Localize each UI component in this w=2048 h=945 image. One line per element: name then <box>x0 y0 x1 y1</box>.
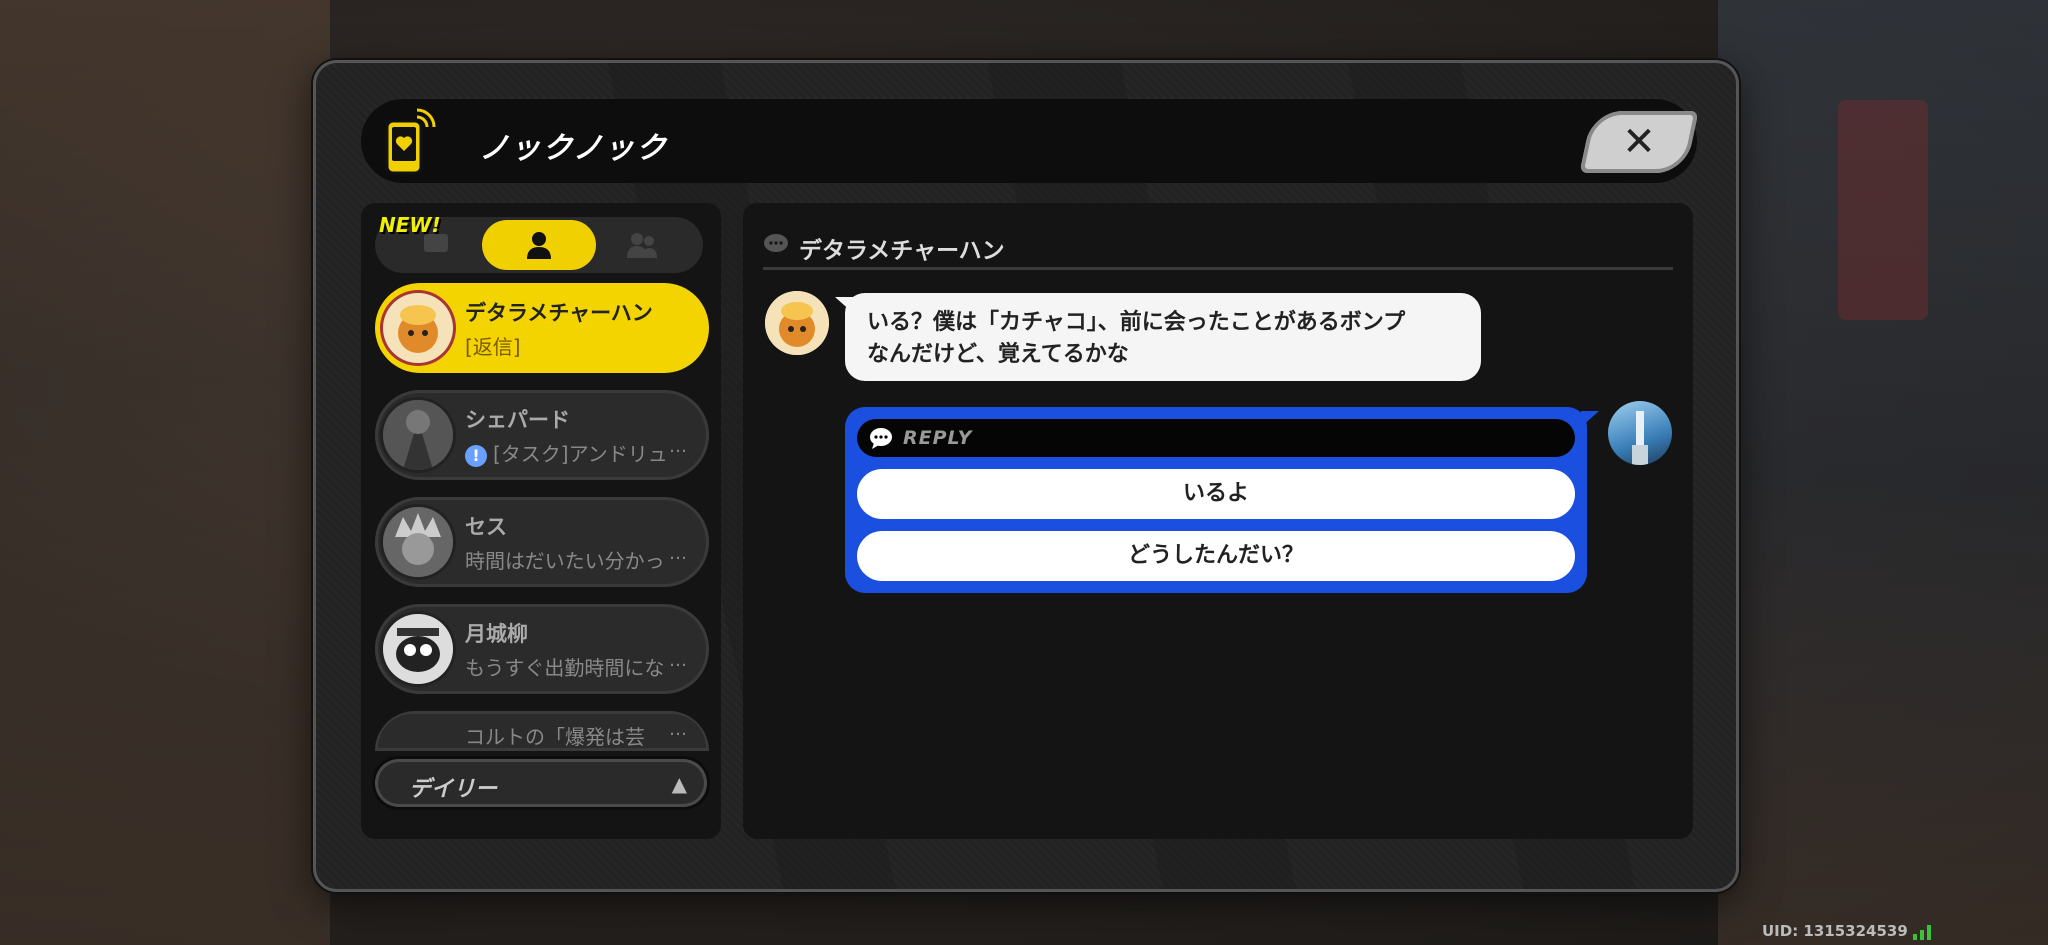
new-badge: NEW! <box>379 213 441 237</box>
group-icon <box>627 233 657 258</box>
speech-bubble-icon <box>870 428 892 449</box>
close-icon: ✕ <box>1622 119 1656 165</box>
app-title: ノックノック <box>479 131 668 166</box>
message-bubble: いる？僕は「カチャコ」、前に会ったことがあるボンプ なんだけど、覚えてるかな <box>845 293 1481 381</box>
contact-item-shepherd[interactable]: シェパード ! [タスク]アンドリュ … <box>375 390 709 480</box>
contact-list-panel: NEW! デタラメチャーハン [返信] シェパード ! [タスク]アンドリュ …… <box>361 203 721 839</box>
person-icon <box>527 232 551 259</box>
contact-name: シェパード <box>465 408 570 432</box>
contact-preview: ! [タスク]アンドリュ <box>465 438 695 467</box>
contact-preview: もうすぐ出勤時間にな <box>465 656 665 680</box>
contact-item-partial[interactable]: コルトの「爆発は芸 … <box>375 711 709 751</box>
close-button[interactable]: ✕ <box>1579 111 1699 173</box>
contact-name: デタラメチャーハン <box>465 301 653 325</box>
background-left <box>0 0 330 945</box>
reply-label: REPLY <box>903 427 973 449</box>
contact-preview: [返信] <box>465 335 521 359</box>
contact-preview: 時間はだいたい分かっ <box>465 549 665 573</box>
avatar <box>383 507 453 577</box>
more-indicator: … <box>669 719 687 740</box>
more-indicator: … <box>669 436 687 457</box>
avatar <box>383 293 453 363</box>
contact-name: セス <box>465 515 507 539</box>
tab-contacts[interactable] <box>482 220 596 270</box>
chat-divider <box>763 267 1673 270</box>
contact-preview: コルトの「爆発は芸 <box>465 725 645 749</box>
background-sign <box>1838 100 1928 320</box>
filter-label: デイリー <box>409 777 498 802</box>
contact-item-detarame[interactable]: デタラメチャーハン [返信] <box>375 283 709 373</box>
avatar <box>383 614 453 684</box>
signal-icon <box>1913 925 1931 940</box>
chat-contact-name: デタラメチャーハン <box>799 238 1005 264</box>
player-avatar <box>1608 401 1672 465</box>
title-bar: ノックノック <box>361 99 1697 183</box>
knock-knock-window: ノックノック ✕ NEW! デタラメチャーハン [返信] シェパード ! [タス… <box>313 60 1739 892</box>
reply-option-1[interactable]: いるよ <box>857 469 1575 519</box>
avatar <box>383 400 453 470</box>
task-alert-icon: ! <box>465 444 487 467</box>
phone-heart-icon <box>385 108 436 175</box>
message-text: いる？僕は「カチャコ」、前に会ったことがあるボンプ なんだけど、覚えてるかな <box>867 310 1406 367</box>
contact-item-seth[interactable]: セス 時間はだいたい分かっ … <box>375 497 709 587</box>
filter-dropdown[interactable]: デイリー ▲ <box>375 759 707 807</box>
contact-item-yanagi[interactable]: 月城柳 もうすぐ出勤時間にな … <box>375 604 709 694</box>
tab-groups[interactable] <box>585 220 699 270</box>
reply-option-2[interactable]: どうしたんだい？ <box>857 531 1575 581</box>
speech-bubble-icon <box>764 234 788 252</box>
more-indicator: … <box>669 543 687 564</box>
chevron-up-icon: ▲ <box>671 772 687 796</box>
contact-name: 月城柳 <box>465 622 528 646</box>
reply-box: REPLY いるよ どうしたんだい？ <box>845 407 1587 593</box>
contact-avatar <box>765 291 829 355</box>
chat-panel: デタラメチャーハン いる？僕は「カチャコ」、前に会ったことがあるボンプ なんだけ… <box>743 203 1693 839</box>
reply-header: REPLY <box>857 419 1575 457</box>
more-indicator: … <box>669 650 687 671</box>
uid-label: UID: 1315324539 <box>1762 922 1908 940</box>
